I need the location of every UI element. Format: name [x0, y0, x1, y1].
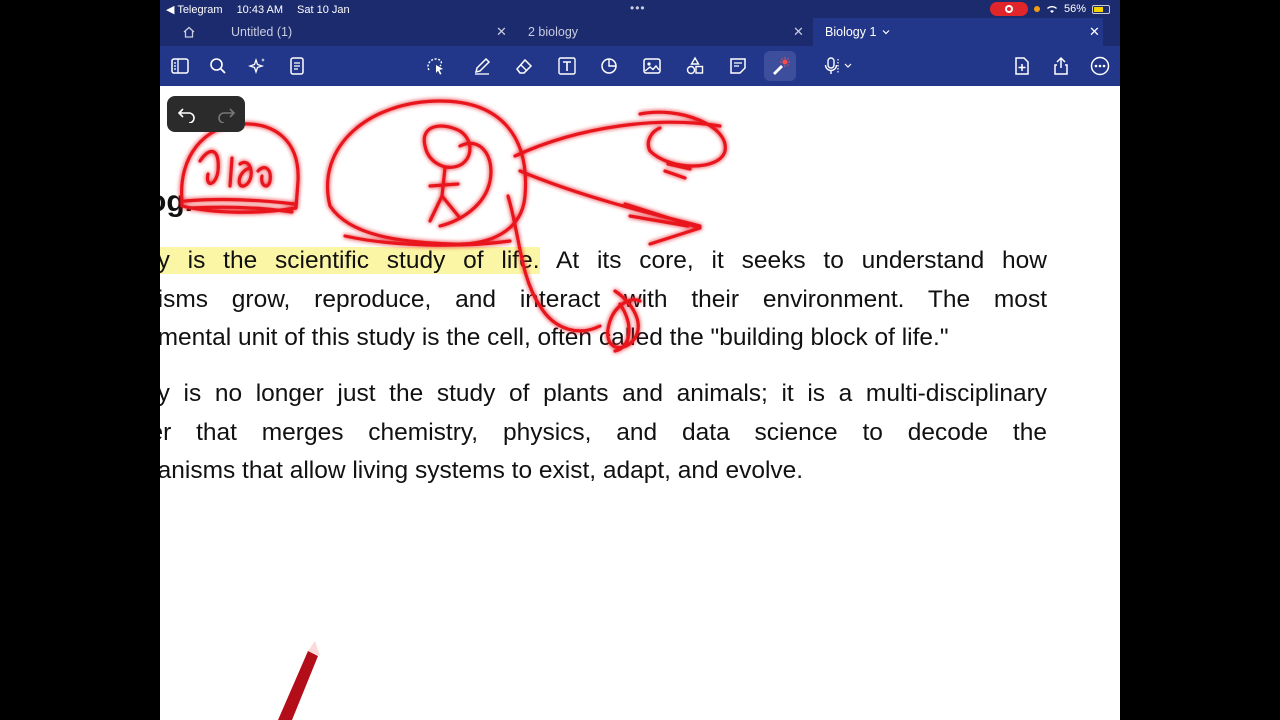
- tab-untitled[interactable]: Untitled (1) ✕: [231, 18, 511, 46]
- share-icon[interactable]: [1049, 54, 1073, 78]
- ai-sparkle-icon[interactable]: [246, 54, 270, 78]
- text-icon[interactable]: [555, 54, 579, 78]
- status-time: 10:43 AM: [236, 3, 284, 16]
- shapes-icon[interactable]: [597, 54, 621, 78]
- text-line: hanisms that allow living systems to exi…: [160, 457, 804, 484]
- pencil-tip-icon: [278, 651, 318, 720]
- close-tab-icon[interactable]: ✕: [496, 24, 507, 40]
- text-line: nisms grow, reproduce, and interact with…: [160, 285, 1047, 313]
- paragraph-2: gy is no longer just the study of plants…: [160, 375, 1047, 491]
- search-icon[interactable]: [206, 54, 230, 78]
- text-line: ier that merges chemistry, physics, and …: [160, 418, 1047, 446]
- text-run: At its core, it seeks to understand how: [539, 247, 1047, 274]
- ipad-screen: ◀ Telegram 10:43 AM Sat 10 Jan ••• 56% U…: [160, 0, 1120, 720]
- mic-indicator-icon: [1033, 6, 1040, 12]
- tab-label: Biology 1: [825, 25, 877, 39]
- battery-icon: [1092, 4, 1110, 14]
- image-icon[interactable]: [640, 54, 664, 78]
- eraser-icon[interactable]: [512, 54, 536, 78]
- more-icon[interactable]: [1088, 54, 1112, 78]
- add-page-icon[interactable]: [1010, 54, 1034, 78]
- chevron-down-icon[interactable]: [881, 27, 891, 37]
- sidebar-icon[interactable]: [168, 54, 192, 78]
- back-to-app-link[interactable]: ◀ Telegram: [166, 3, 223, 16]
- sticky-note-icon[interactable]: [726, 54, 750, 78]
- text-line: gy is no longer just the study of plants…: [160, 380, 1047, 407]
- outline-icon[interactable]: [285, 54, 309, 78]
- tab-label: 2 biology: [528, 25, 579, 39]
- screen-recording-icon[interactable]: [989, 2, 1028, 16]
- tab-2-biology[interactable]: 2 biology ✕: [528, 18, 808, 46]
- undo-redo-controls: [167, 96, 245, 132]
- redo-icon[interactable]: [216, 105, 236, 123]
- multitasking-dots-icon[interactable]: •••: [630, 1, 646, 15]
- highlighted-text: gy is the scientific study of life.: [160, 247, 540, 274]
- battery-percent: 56%: [1063, 3, 1086, 15]
- tab-biology-1[interactable]: Biology 1 ✕: [813, 18, 1103, 46]
- close-tab-icon[interactable]: ✕: [1089, 24, 1100, 40]
- document-heading: og.: [160, 185, 193, 218]
- lasso-icon[interactable]: [423, 54, 447, 78]
- toolbar: [160, 46, 1120, 86]
- undo-icon[interactable]: [177, 105, 197, 123]
- paragraph-1: gy is the scientific study of life. At i…: [160, 242, 1047, 358]
- pen-icon[interactable]: [470, 54, 494, 78]
- document-page[interactable]: og. gy is the scientific study of life. …: [160, 86, 1120, 720]
- status-date: Sat 10 Jan: [297, 3, 350, 16]
- status-bar: ◀ Telegram 10:43 AM Sat 10 Jan ••• 56%: [160, 0, 1120, 18]
- text-line: gy is the scientific study of life. At i…: [160, 242, 1047, 281]
- laser-pointer-icon[interactable]: [764, 51, 796, 81]
- text-line: amental unit of this study is the cell, …: [160, 324, 949, 351]
- wifi-icon: [1046, 6, 1057, 13]
- sticker-icon[interactable]: [683, 54, 707, 78]
- close-tab-icon[interactable]: ✕: [793, 24, 804, 40]
- home-icon[interactable]: [182, 25, 196, 39]
- microphone-icon[interactable]: [818, 54, 858, 78]
- tab-bar: Untitled (1) ✕ 2 biology ✕ Biology 1 ✕: [160, 18, 1120, 46]
- tab-label: Untitled (1): [231, 25, 293, 39]
